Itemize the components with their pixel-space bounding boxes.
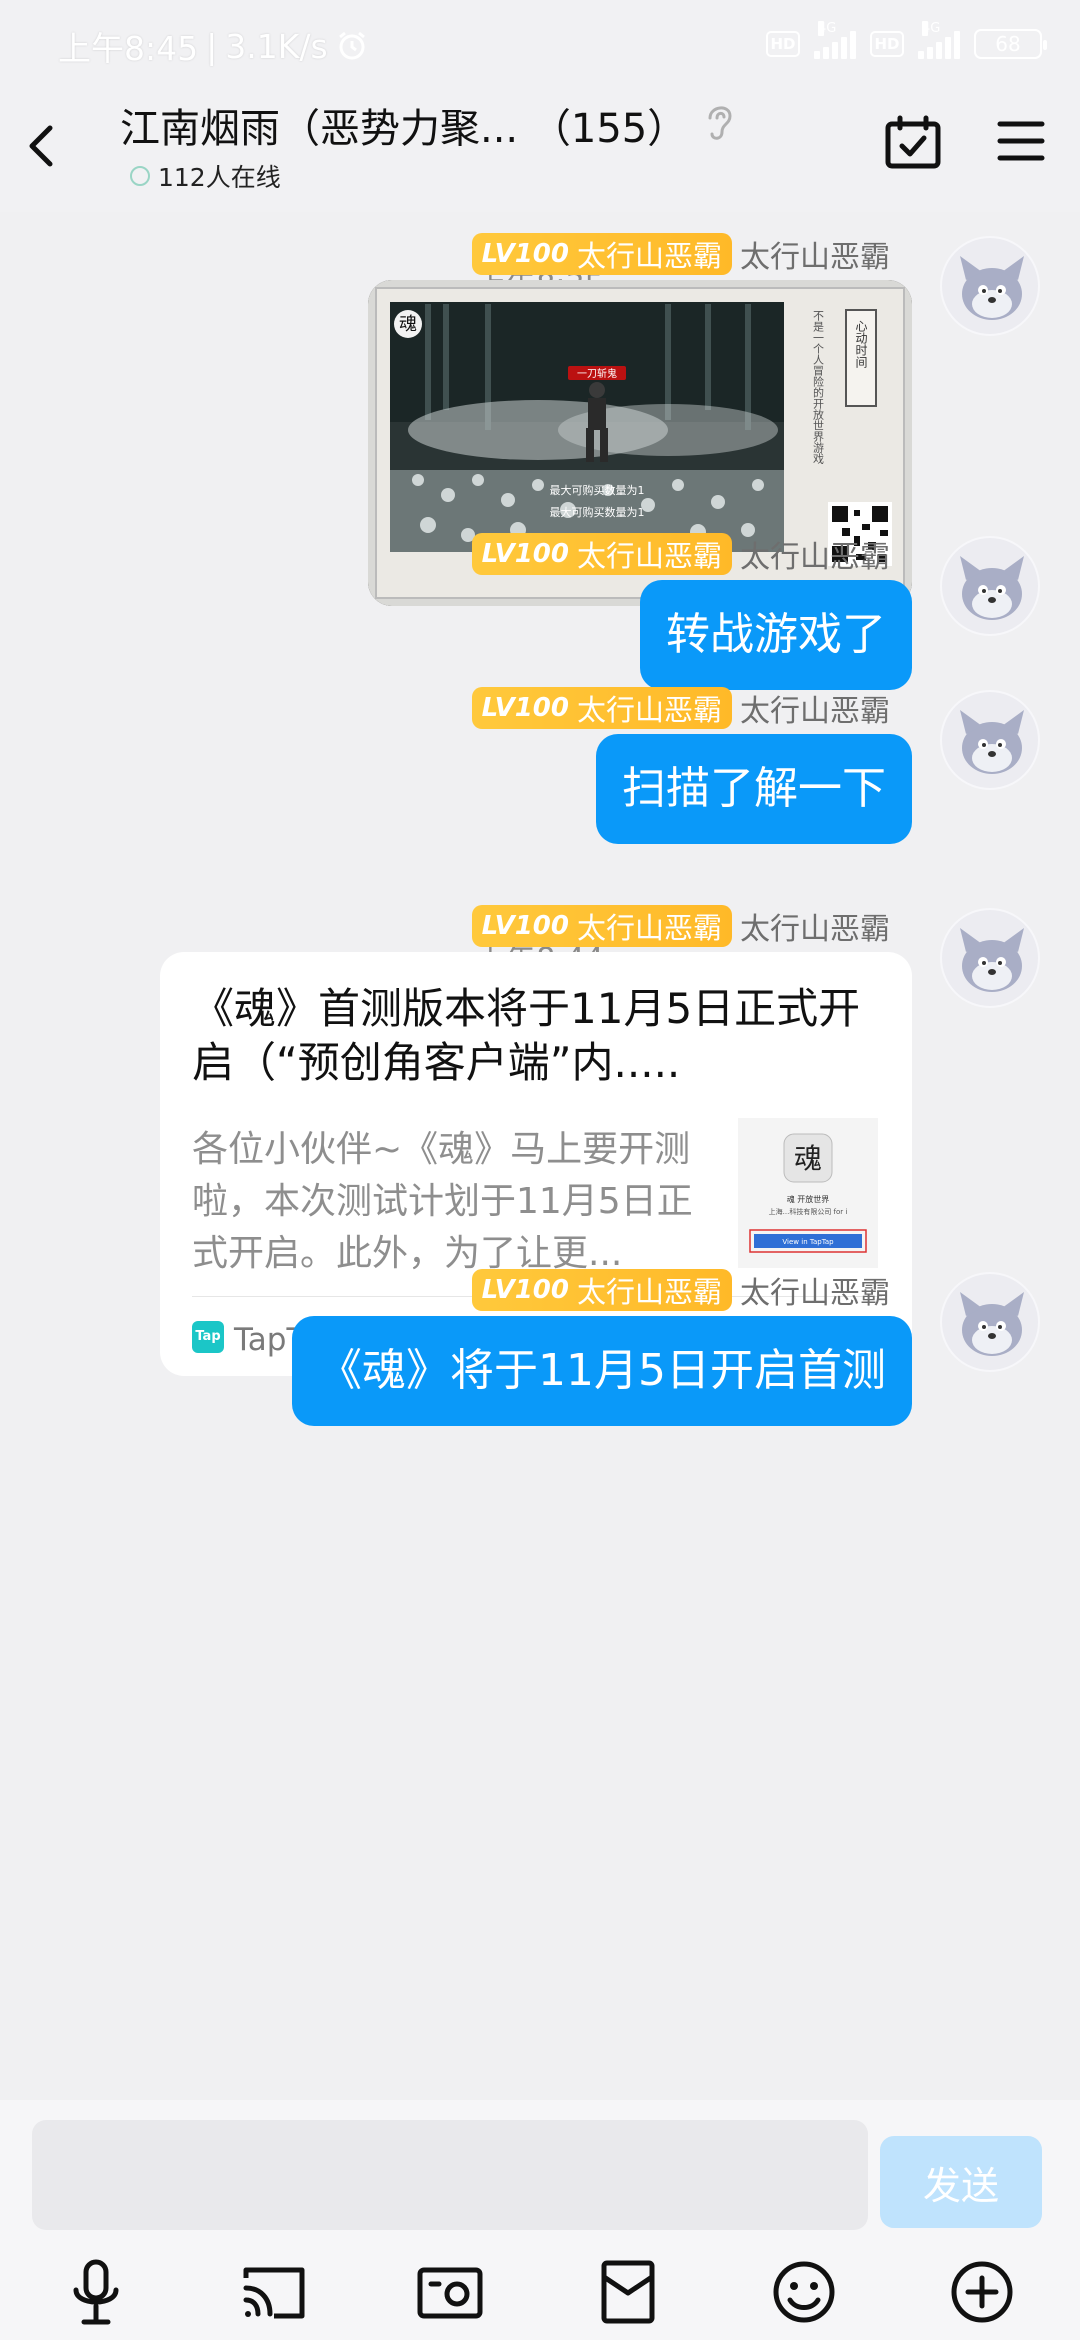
online-status[interactable]: 112人在线 — [130, 158, 281, 194]
plus-icon — [951, 2261, 1013, 2323]
level-badge[interactable]: LV100 太行山恶霸 — [471, 1269, 732, 1311]
input-area: 发送 — [0, 2100, 1080, 2340]
poster-tag: 一刀斩鬼 — [577, 367, 617, 380]
link-card-description: 各位小伙伴~《魂》马上要开测啦，本次测试计划于11月5日正式开启。此外，为了让更… — [192, 1129, 693, 1274]
voice-button[interactable] — [56, 2252, 136, 2332]
status-bar: 上午8:45 | 3.1K/s HD 4G HD 4G 68 — [0, 0, 1080, 88]
battery-icon: 68 — [974, 29, 1047, 59]
badge-level: LV100 — [481, 911, 569, 941]
message-bubble[interactable]: 转战游戏了 — [640, 580, 912, 690]
sender-row: LV100 太行山恶霸 太行山恶霸 — [471, 1268, 890, 1312]
badge-title: 太行山恶霸 — [576, 539, 722, 573]
sender-row: LV100 太行山恶霸 太行山恶霸 — [471, 904, 890, 948]
badge-level: LV100 — [481, 693, 569, 723]
thumb-publisher: 上海...科技有限公司 for i — [769, 1207, 848, 1216]
cat-avatar-icon — [960, 928, 1024, 992]
avatar[interactable] — [940, 536, 1040, 636]
avatar[interactable] — [940, 236, 1040, 336]
badge-level: LV100 — [481, 239, 569, 269]
hamburger-menu-icon — [997, 121, 1045, 161]
sender-name[interactable]: 太行山恶霸 — [740, 532, 890, 576]
emoji-icon — [773, 2261, 835, 2323]
send-button[interactable]: 发送 — [880, 2136, 1042, 2228]
avatar[interactable] — [940, 1272, 1040, 1372]
calendar-check-icon — [885, 115, 941, 169]
badge-title: 太行山恶霸 — [576, 239, 722, 273]
red-packet-button[interactable] — [588, 2252, 668, 2332]
thumb-app-name: 魂 开放世界 — [787, 1194, 830, 1204]
status-left: 上午8:45 | 3.1K/s — [58, 22, 368, 70]
badge-title: 太行山恶霸 — [576, 911, 722, 945]
cat-avatar-icon — [960, 256, 1024, 320]
poster-caption: 最大可购买数量为1 — [550, 483, 645, 497]
level-badge[interactable]: LV100 太行山恶霸 — [471, 533, 732, 575]
status-separator: | — [206, 26, 218, 66]
input-toolbar — [0, 2248, 1080, 2338]
poster-side-title: 心动时间 — [854, 320, 868, 368]
level-badge[interactable]: LV100 太行山恶霸 — [471, 233, 732, 275]
level-badge[interactable]: LV100 太行山恶霸 — [471, 905, 732, 947]
message-input[interactable] — [32, 2120, 868, 2230]
group-name: 江南烟雨（恶势力聚... — [120, 106, 519, 152]
sender-row: LV100 太行山恶霸 太行山恶霸 — [471, 686, 890, 730]
status-time: 上午8:45 — [58, 29, 199, 68]
hd-icon: HD — [870, 31, 904, 57]
network-type: 4G — [922, 21, 941, 36]
group-title[interactable]: 江南烟雨（恶势力聚... （155） — [120, 96, 687, 154]
sender-name[interactable]: 太行山恶霸 — [740, 686, 890, 730]
camera-icon — [417, 2267, 483, 2319]
cat-avatar-icon — [960, 556, 1024, 620]
chat-screen: 上午8:45 | 3.1K/s HD 4G HD 4G 68 江南烟雨（恶势力聚… — [0, 0, 1080, 2340]
chat-header: 江南烟雨（恶势力聚... （155） 112人在线 — [0, 88, 1080, 212]
poster-side-text: 不是一个人冒险的开放世界游戏 — [812, 310, 825, 465]
online-check-icon — [130, 166, 150, 186]
cat-avatar-icon — [960, 710, 1024, 774]
network-speed: 3.1K/s — [225, 26, 328, 66]
sender-row: LV100 太行山恶霸 太行山恶霸 — [471, 232, 890, 276]
link-card[interactable]: 《魂》首测版本将于11月5日正式开启（“预创角客户端”内..... 各位小伙伴~… — [160, 952, 912, 1376]
taptap-logo-icon: Tap — [192, 1320, 224, 1353]
message-bubble[interactable]: 扫描了解一下 — [596, 734, 912, 844]
red-packet-icon — [601, 2260, 655, 2324]
sender-name[interactable]: 太行山恶霸 — [740, 1268, 890, 1312]
badge-title: 太行山恶霸 — [576, 693, 722, 727]
network-type: 4G — [818, 21, 837, 36]
sender-row: LV100 太行山恶霸 太行山恶霸 — [471, 532, 890, 576]
link-card-title: 《魂》首测版本将于11月5日正式开启（“预创角客户端”内..... — [192, 984, 861, 1087]
poster-caption: 最大可购买数量为1 — [550, 505, 645, 519]
sender-name[interactable]: 太行山恶霸 — [740, 904, 890, 948]
cast-icon — [243, 2267, 305, 2319]
badge-level: LV100 — [481, 539, 569, 569]
badge-title: 太行山恶霸 — [576, 1275, 722, 1309]
microphone-icon — [73, 2259, 119, 2325]
link-card-thumbnail: 魂 魂 开放世界 上海...科技有限公司 for i View in TapTa… — [738, 1118, 878, 1268]
more-button[interactable] — [942, 2252, 1022, 2332]
badge-level: LV100 — [481, 1275, 569, 1305]
calendar-button[interactable] — [884, 114, 942, 170]
hd-icon: HD — [766, 31, 800, 57]
camera-button[interactable] — [410, 2252, 490, 2332]
message-bubble[interactable]: 《魂》将于11月5日开启首测 — [292, 1316, 912, 1426]
status-right: HD 4G HD 4G 68 — [766, 21, 1047, 66]
avatar[interactable] — [940, 690, 1040, 790]
signal-icon: 4G — [814, 21, 856, 59]
emoji-button[interactable] — [764, 2252, 844, 2332]
avatar[interactable] — [940, 908, 1040, 1008]
back-button[interactable] — [12, 110, 72, 180]
signal-icon: 4G — [918, 21, 960, 59]
ear-icon[interactable] — [700, 98, 736, 144]
online-count: 112人在线 — [158, 163, 281, 192]
chevron-left-icon — [29, 125, 53, 167]
poster-logo: 魂 — [399, 314, 417, 335]
alarm-icon — [338, 31, 365, 60]
menu-button[interactable] — [996, 118, 1046, 164]
thumb-button: View in TapTap — [782, 1238, 834, 1246]
cat-avatar-icon — [960, 1292, 1024, 1356]
sender-name[interactable]: 太行山恶霸 — [740, 232, 890, 276]
chat-area[interactable]: 上午8:35 LV100 太行山恶霸 太行山恶霸 — [0, 212, 1080, 2100]
level-badge[interactable]: LV100 太行山恶霸 — [471, 687, 732, 729]
cast-button[interactable] — [234, 2252, 314, 2332]
member-count: （155） — [530, 106, 688, 152]
thumb-logo: 魂 — [794, 1142, 822, 1175]
